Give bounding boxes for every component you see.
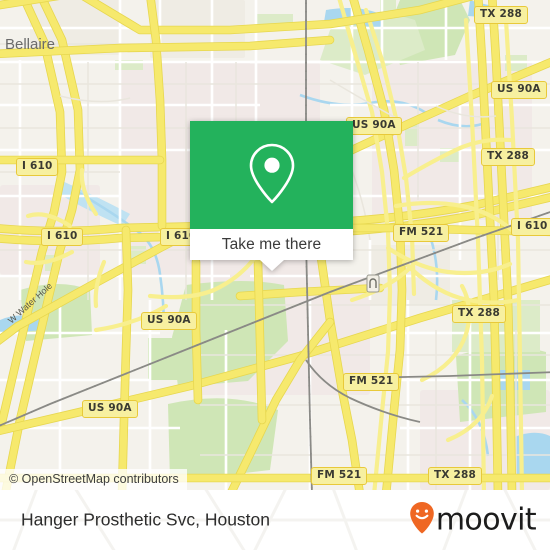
location-popup-card[interactable]: Take me there [190,121,353,271]
popup-pointer [259,260,284,271]
shield-us-90a-lower: US 90A [82,400,138,418]
shield-tx-288-top: TX 288 [474,6,529,24]
shield-tx-288-mid: TX 288 [452,305,507,323]
shield-us-90a-topright: US 90A [491,81,547,99]
shield-fm-521-lower: FM 521 [343,373,400,391]
shield-fm-521-mid: FM 521 [393,224,450,242]
popup-action-bar[interactable]: Take me there [190,229,353,260]
shield-us-90a-mid: US 90A [141,312,197,330]
footer-bar: Hanger Prosthetic Svc, Houston moovit [0,490,550,550]
map-screenshot-root: .land { fill:#f4f2ec; } .block { fill:#e… [0,0,550,550]
place-label-bellaire: Bellaire [5,36,56,53]
page-title: Hanger Prosthetic Svc, Houston [21,509,271,530]
shield-tx-288-bottom: TX 288 [428,467,483,485]
map-attribution[interactable]: © OpenStreetMap contributors [0,469,187,490]
shield-i-610-right: I 610 [511,218,550,236]
shield-tx-288-upper: TX 288 [481,148,536,166]
location-pin-icon [245,140,299,211]
brand-wordmark: moovit [435,502,537,538]
moovit-brand[interactable]: moovit [409,501,537,540]
popup-header [190,121,353,229]
poi-attraction-icon[interactable] [365,274,381,294]
shield-us-90a-upper: US 90A [346,117,402,135]
moovit-smiley-pin-icon [409,501,435,540]
map-canvas[interactable]: .land { fill:#f4f2ec; } .block { fill:#e… [0,0,550,490]
take-me-there-button[interactable]: Take me there [222,236,322,254]
shield-fm-521-bottom: FM 521 [311,467,368,485]
shield-i-610-left-2: I 610 [41,228,84,246]
shield-i-610-left: I 610 [16,158,59,176]
